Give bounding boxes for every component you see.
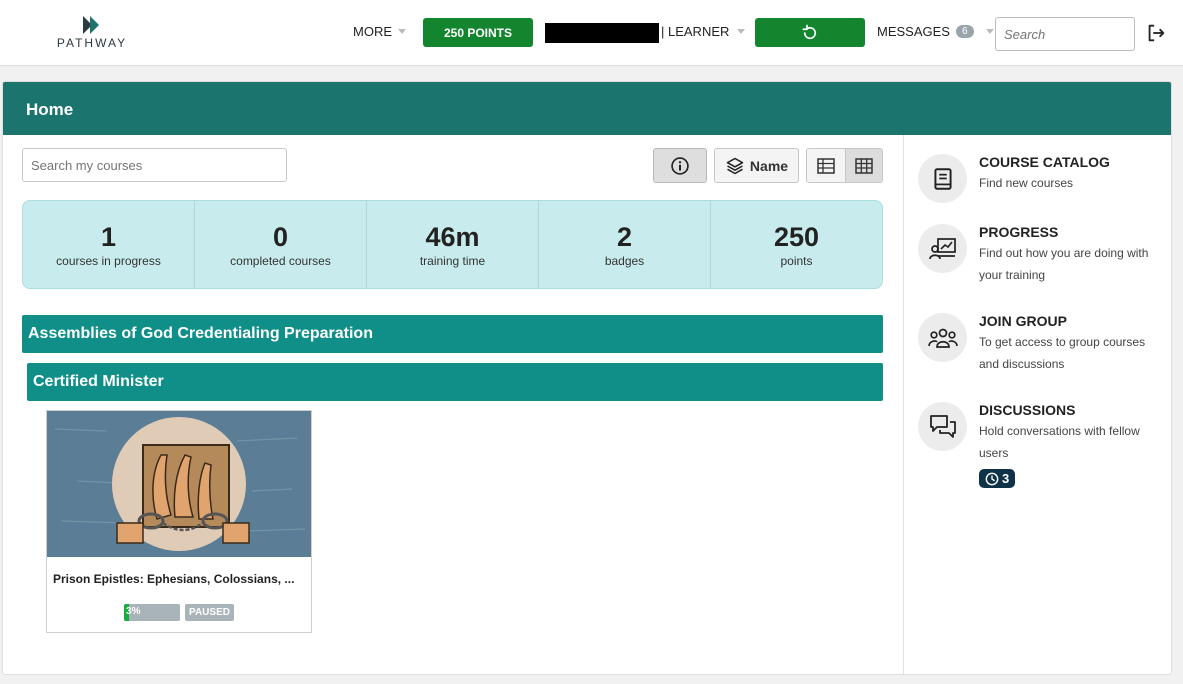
course-status: 3% PAUSED xyxy=(47,604,311,621)
presentation-chart-icon xyxy=(918,224,967,273)
logout-icon xyxy=(1148,24,1165,42)
sidebar-item-title: PROGRESS xyxy=(979,224,1059,240)
subgroup-header[interactable]: Certified Minister xyxy=(27,363,883,401)
chevron-down-icon xyxy=(737,29,746,34)
sort-label: Name xyxy=(749,157,789,174)
stat-value: 2 xyxy=(616,222,633,252)
stat-value: 46m xyxy=(425,222,480,252)
more-label: MORE xyxy=(353,24,392,39)
refresh-icon xyxy=(802,24,817,39)
chevron-down-icon xyxy=(985,29,994,34)
stat-value: 1 xyxy=(100,222,117,252)
sidebar-item-title: DISCUSSIONS xyxy=(979,402,1076,418)
sidebar: COURSE CATALOG Find new courses PROGRESS… xyxy=(903,135,1171,674)
stats-panel: 1 courses in progress 0 completed course… xyxy=(22,200,883,289)
course-progress-bar: 3% xyxy=(124,604,181,621)
sidebar-item-title: COURSE CATALOG xyxy=(979,154,1110,170)
discussions-count: 3 xyxy=(1002,471,1010,486)
chevron-down-icon xyxy=(398,29,406,34)
course-thumbnail xyxy=(47,411,311,557)
layers-icon xyxy=(726,157,744,174)
page-title: Home xyxy=(3,82,1171,135)
view-toggle xyxy=(806,148,883,183)
global-search-input[interactable] xyxy=(995,17,1135,51)
discussions-badge[interactable]: 3 xyxy=(979,469,1016,488)
course-title: Prison Epistles: Ephesians, Colossians, … xyxy=(53,572,295,586)
info-button[interactable] xyxy=(653,148,707,183)
redacted-username xyxy=(545,23,659,43)
role-label: | LEARNER xyxy=(661,24,730,39)
users-group-icon xyxy=(918,313,967,362)
group-header[interactable]: Assemblies of God Credentialing Preparat… xyxy=(22,315,883,353)
stat-label: points xyxy=(780,254,813,268)
list-view-button[interactable] xyxy=(807,149,845,182)
messages-count-badge: 6 xyxy=(955,25,974,38)
user-menu[interactable]: | LEARNER xyxy=(661,24,746,39)
messages-menu[interactable]: MESSAGES 6 xyxy=(877,24,994,39)
course-card[interactable]: Prison Epistles: Ephesians, Colossians, … xyxy=(46,410,312,633)
home-panel: Home Name xyxy=(2,81,1172,675)
stat-label: training time xyxy=(419,254,486,268)
stat-label: badges xyxy=(604,254,645,268)
sidebar-item-desc: Find new courses xyxy=(979,176,1074,190)
points-button[interactable]: 250 POINTS xyxy=(423,18,533,47)
stat-points: 250 points xyxy=(711,201,882,288)
stat-value: 0 xyxy=(272,222,289,252)
sidebar-item-desc: Find out how you are doing with your tra… xyxy=(979,246,1149,282)
stat-courses-in-progress: 1 courses in progress xyxy=(23,201,195,288)
grid-view-icon xyxy=(855,157,873,174)
info-icon xyxy=(671,156,689,175)
sidebar-item-desc: To get access to group courses and discu… xyxy=(979,335,1146,371)
status-badge: PAUSED xyxy=(185,604,234,621)
stat-badges: 2 badges xyxy=(539,201,711,288)
chat-bubbles-icon xyxy=(918,402,967,451)
progress-percent: 3% xyxy=(126,606,141,617)
sidebar-item-title: JOIN GROUP xyxy=(979,313,1067,329)
stat-label: courses in progress xyxy=(56,254,161,268)
logo-text: PATHWAY xyxy=(56,36,128,50)
refresh-button[interactable] xyxy=(755,18,865,47)
stat-label: completed courses xyxy=(230,254,331,268)
list-view-icon xyxy=(817,157,835,174)
book-icon xyxy=(918,154,967,203)
stat-training-time: 46m training time xyxy=(367,201,539,288)
stat-completed-courses: 0 completed courses xyxy=(195,201,367,288)
sidebar-item-desc: Hold conversations with fellow users xyxy=(979,424,1140,460)
grid-view-button[interactable] xyxy=(844,149,882,182)
clock-icon xyxy=(985,472,999,485)
search-courses-input[interactable] xyxy=(22,148,287,182)
logout-button[interactable] xyxy=(1145,22,1167,44)
pathway-logo[interactable]: PATHWAY xyxy=(50,16,134,52)
stat-value: 250 xyxy=(773,222,820,252)
top-bar: PATHWAY MORE 250 POINTS | LEARNER MESSAG… xyxy=(0,0,1183,66)
more-menu[interactable]: MORE xyxy=(353,24,406,39)
messages-label: MESSAGES xyxy=(877,24,950,39)
sort-button[interactable]: Name xyxy=(714,148,799,183)
logo-mark-icon xyxy=(83,16,99,34)
